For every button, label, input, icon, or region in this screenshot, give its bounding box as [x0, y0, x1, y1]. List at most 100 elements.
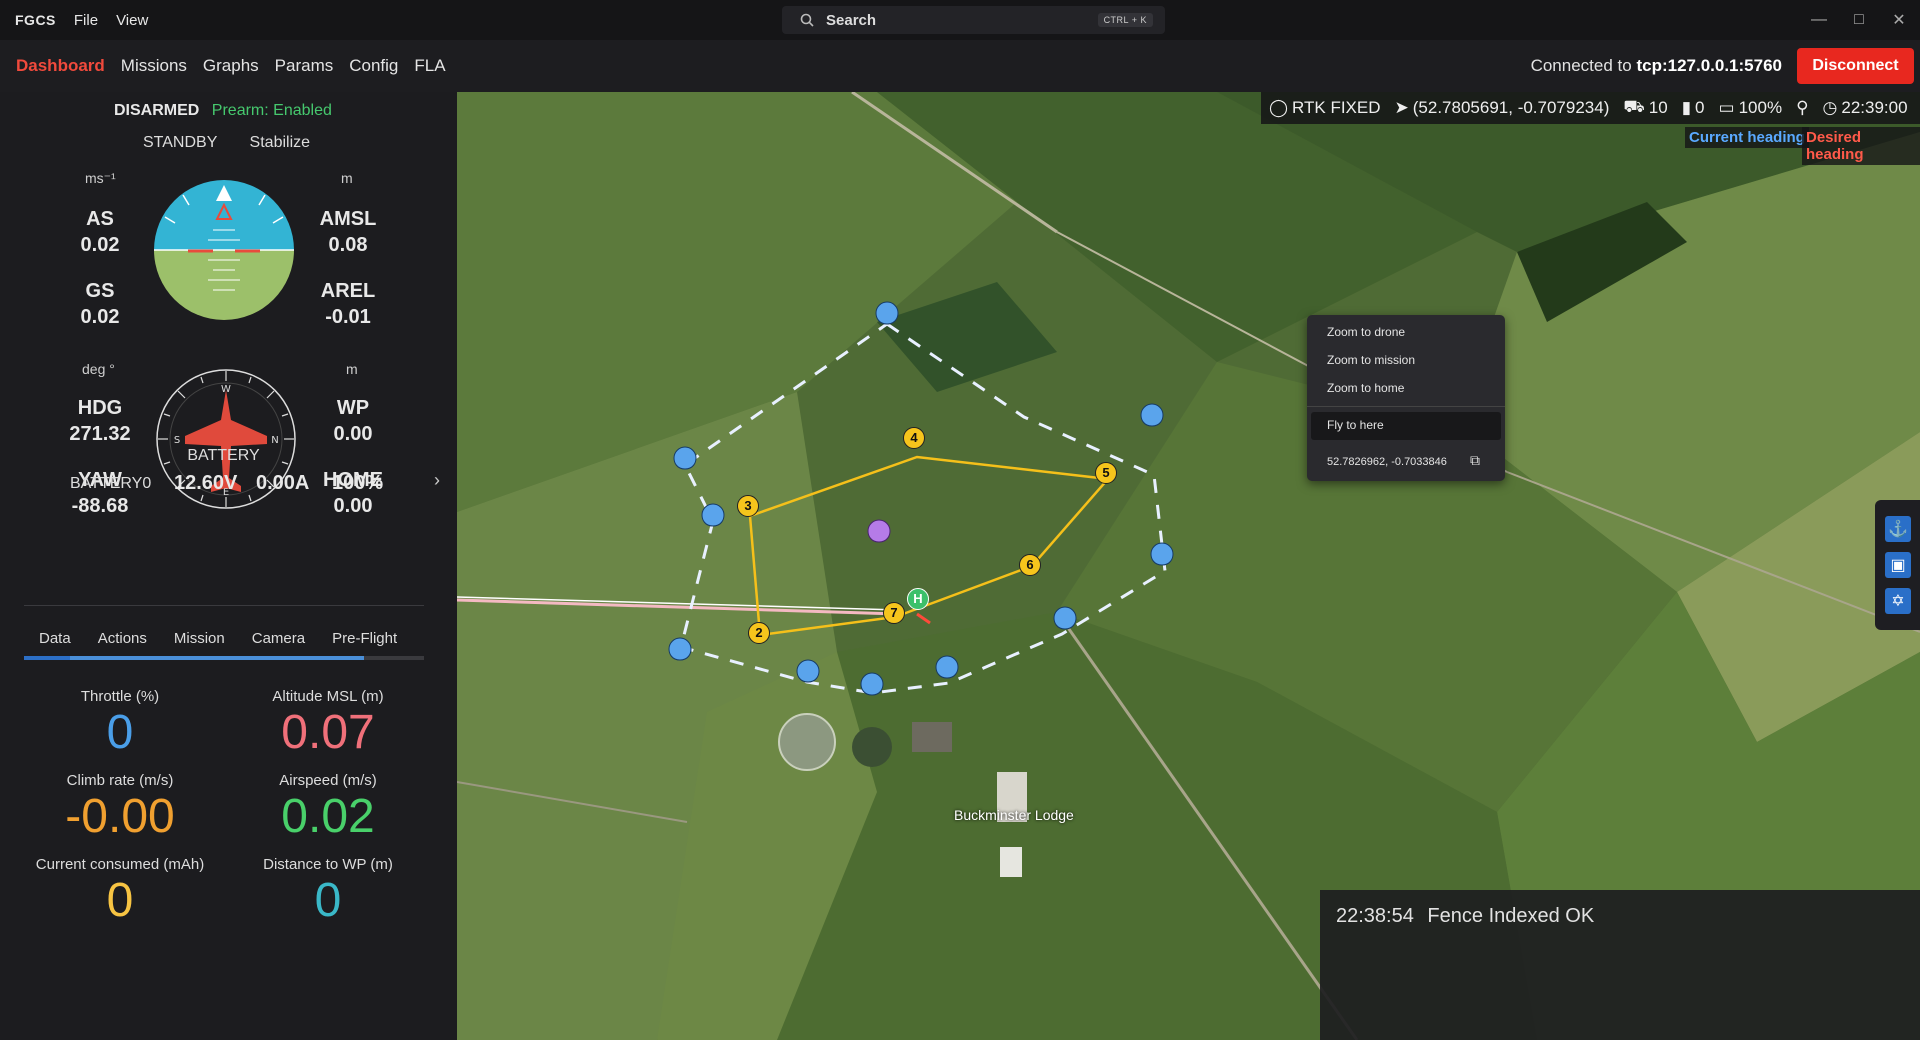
menu-zoom-drone[interactable]: Zoom to drone — [1327, 325, 1405, 339]
fence-toggle-icon[interactable]: ✡ — [1885, 588, 1911, 614]
system-status: STANDBY — [143, 134, 218, 151]
connection-target: tcp:127.0.0.1:5760 — [1636, 56, 1782, 75]
rally-point — [867, 519, 891, 543]
battery-icon: ▭ — [1718, 98, 1735, 117]
focus-icon[interactable]: ▣ — [1885, 552, 1911, 578]
metric-airspeed: Airspeed (m/s) 0.02 — [223, 772, 433, 845]
disconnect-button[interactable]: Disconnect — [1797, 48, 1914, 84]
nav-fla[interactable]: FLA — [414, 56, 445, 76]
arel-label: AREL — [320, 280, 376, 302]
arm-status: DISARMED — [114, 102, 200, 119]
speed-unit: ms⁻¹ — [85, 170, 116, 186]
groundspeed-stat: GS 0.02 — [60, 280, 140, 329]
tab-scroll-thumb[interactable] — [24, 656, 364, 660]
nav-missions[interactable]: Missions — [121, 56, 187, 76]
clock-time: 22:39:00 — [1841, 98, 1908, 117]
waypoint-marker[interactable]: 5 — [1095, 462, 1117, 484]
menu-zoom-home[interactable]: Zoom to home — [1327, 381, 1404, 395]
battery-percent: 100% — [332, 472, 384, 494]
metric-value: -0.00 — [65, 790, 175, 843]
fence-point — [796, 659, 820, 683]
waypoint-marker[interactable]: 3 — [737, 495, 759, 517]
tab-active-indicator — [24, 656, 70, 660]
airspeed-stat: AS 0.02 — [60, 208, 140, 257]
svg-text:N: N — [271, 435, 278, 446]
metric-value: 0 — [106, 874, 134, 927]
waypoint-marker[interactable]: 7 — [883, 602, 905, 624]
nav-dashboard[interactable]: Dashboard — [16, 56, 105, 76]
heading-label: HDG — [77, 397, 123, 419]
satellite-count: 10 — [1648, 98, 1668, 117]
angle-unit: deg ° — [82, 361, 115, 377]
nav-params[interactable]: Params — [275, 56, 334, 76]
nav-graphs[interactable]: Graphs — [203, 56, 259, 76]
metric-altitude: Altitude MSL (m) 0.07 — [223, 688, 433, 761]
airspeed-value: 0.02 — [80, 234, 120, 256]
copy-icon[interactable]: ⧉ — [1470, 452, 1480, 469]
arel-stat: AREL -0.01 — [308, 280, 388, 329]
flight-mode: Stabilize — [249, 134, 311, 151]
panel-expand-icon[interactable]: › — [434, 470, 440, 491]
title-bar: FGCS File View Search CTRL + K — □ ✕ — [0, 0, 1920, 40]
gps-icon: ➤ — [1394, 98, 1409, 117]
attitude-indicator — [154, 180, 294, 320]
home-marker[interactable]: H — [907, 588, 929, 610]
menu-coordinates: 52.7826962, -0.7033846 — [1327, 456, 1447, 468]
log-message: 22:38:54 Fence Indexed OK — [1336, 905, 1594, 928]
menu-file[interactable]: File — [74, 12, 98, 29]
divider — [24, 605, 424, 606]
prearm-status: Prearm: Enabled — [211, 102, 332, 119]
metric-value: 0 — [106, 706, 134, 759]
fence-point — [668, 637, 692, 661]
map-place-label: Buckminster Lodge — [954, 807, 1074, 823]
minimize-icon[interactable]: — — [1808, 9, 1830, 31]
nav-bar: Dashboard Missions Graphs Params Config … — [0, 40, 1920, 92]
nav-config[interactable]: Config — [349, 56, 398, 76]
airspeed-label: AS — [86, 208, 114, 230]
log-text: Fence Indexed OK — [1427, 905, 1595, 927]
alt-unit: m — [341, 170, 353, 186]
menu-zoom-mission[interactable]: Zoom to mission — [1327, 353, 1415, 367]
wp-label: WP — [336, 397, 370, 419]
dist-unit: m — [346, 361, 358, 377]
connection-status: Connected to tcp:127.0.0.1:5760 — [1531, 56, 1782, 76]
fence-point — [701, 503, 725, 527]
fence-point — [1140, 403, 1164, 427]
clock-icon: ◷ — [1822, 98, 1838, 117]
battery-name: BATTERY0 — [70, 475, 152, 492]
fence-point — [1150, 542, 1174, 566]
anchor-icon[interactable]: ⚓ — [1885, 516, 1911, 542]
gps-position: (52.7805691, -0.7079234) — [1412, 98, 1610, 117]
metric-label: Current consumed (mAh) — [35, 856, 205, 873]
satellite-icon: ⛟ — [1623, 97, 1645, 116]
arel-value: -0.01 — [325, 306, 371, 328]
map-status-bar: ◯ RTK FIXED ➤ (52.7805691, -0.7079234) ⛟… — [1261, 92, 1920, 124]
amsl-stat: AMSL 0.08 — [308, 208, 388, 257]
mode-row: STANDBY Stabilize — [143, 134, 310, 152]
yaw-value: -88.68 — [71, 495, 129, 517]
metric-label: Distance to WP (m) — [263, 856, 393, 873]
waypoint-marker[interactable]: 4 — [903, 427, 925, 449]
fence-point — [875, 301, 899, 325]
wp-value: 0.00 — [333, 423, 373, 445]
menu-separator — [1307, 406, 1505, 407]
log-time: 22:38:54 — [1336, 905, 1414, 927]
amsl-value: 0.08 — [328, 234, 368, 256]
close-icon[interactable]: ✕ — [1888, 9, 1910, 31]
waypoint-marker[interactable]: 2 — [748, 622, 770, 644]
fence-point — [1053, 606, 1077, 630]
search-bar[interactable]: Search CTRL + K — [782, 6, 1165, 34]
rtk-icon: ◯ — [1269, 98, 1289, 117]
groundspeed-value: 0.02 — [80, 306, 120, 328]
heading-stat: HDG 271.32 — [55, 397, 145, 446]
menu-view[interactable]: View — [116, 12, 148, 29]
fence-point — [935, 655, 959, 679]
metric-label: Airspeed (m/s) — [279, 772, 377, 789]
tab-scrollbar[interactable] — [24, 656, 424, 660]
heading-value: 271.32 — [69, 423, 131, 445]
metric-value: 0 — [314, 874, 342, 927]
maximize-icon[interactable]: □ — [1848, 9, 1870, 31]
menu-fly-here[interactable]: Fly to here — [1327, 418, 1384, 432]
waypoint-marker[interactable]: 6 — [1019, 554, 1041, 576]
battery-title: BATTERY — [187, 447, 260, 464]
